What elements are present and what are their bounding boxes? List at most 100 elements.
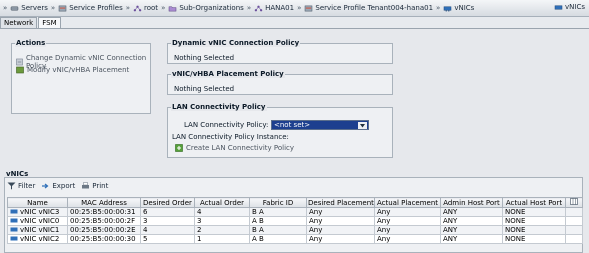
export-icon [42, 183, 49, 189]
breadcrumb-label: vNICs [454, 4, 475, 12]
folder-icon [169, 5, 177, 11]
print-icon [82, 182, 90, 189]
breadcrumb-vnics[interactable]: vNICs [443, 4, 474, 12]
cell-actual-host-port: NONE [502, 234, 566, 244]
tab-bar: Network FSM [0, 17, 589, 29]
table-row[interactable]: vNIC vNIC2 00:25:B5:00:00:30 5 1 A B Any… [7, 234, 583, 244]
breadcrumb-servers[interactable]: Servers [10, 4, 48, 12]
breadcrumb-separator: » [161, 4, 166, 12]
column-header-actual-placement[interactable]: Actual Placement [374, 197, 441, 208]
cell-admin-host-port: ANY [440, 225, 503, 235]
cell-actual-placement: Any [374, 225, 441, 235]
breadcrumb-label: Sub-Organizations [179, 4, 244, 12]
vnic-icon [10, 236, 18, 241]
breadcrumb-label: HANA01 [265, 4, 295, 12]
table-row[interactable]: vNIC vNIC3 00:25:B5:00:00:31 6 4 B A Any… [7, 207, 583, 217]
column-header-fabric-id[interactable]: Fabric ID [249, 197, 307, 208]
table-row[interactable]: vNIC vNIC0 00:25:B5:00:00:2F 3 3 A B Any… [7, 216, 583, 226]
breadcrumb-root[interactable]: root [133, 4, 158, 12]
column-header-actual-order[interactable]: Actual Order [194, 197, 250, 208]
tab-network[interactable]: Network [0, 17, 38, 28]
general-panel: Actions Change Dynamic vNIC Connection P… [0, 29, 589, 169]
modify-placement-link[interactable]: Modify vNIC/vHBA Placement [16, 66, 129, 74]
vnic-icon [10, 209, 18, 214]
lan-connectivity-instance-label: LAN Connectivity Policy Instance: [172, 133, 289, 141]
window-title-label: vNICs [565, 3, 585, 11]
lan-connectivity-box: LAN Connectivity Policy LAN Connectivity… [167, 103, 393, 158]
breadcrumb-service-profile[interactable]: Service Profile Tenant004-hana01 [304, 4, 433, 12]
export-button[interactable]: Export [41, 182, 75, 190]
column-chooser-button[interactable] [565, 197, 583, 208]
column-header-actual-host-port[interactable]: Actual Host Port [502, 197, 566, 208]
add-icon [175, 144, 183, 152]
dynamic-vnic-policy-title: Dynamic vNIC Connection Policy [171, 39, 301, 47]
breadcrumb-service-profiles[interactable]: Service Profiles [58, 4, 123, 12]
breadcrumb-hana01[interactable]: HANA01 [254, 4, 294, 12]
table-row[interactable]: vNIC vNIC1 00:25:B5:00:00:2E 4 2 B A Any… [7, 225, 583, 235]
column-header-name[interactable]: Name [7, 197, 68, 208]
cell-fabric-id: A B [249, 234, 307, 244]
actions-box: Actions Change Dynamic vNIC Connection P… [11, 39, 151, 114]
placement-policy-value: Nothing Selected [174, 85, 235, 93]
policy-icon [16, 58, 23, 66]
cell-desired-order: 3 [140, 216, 195, 226]
print-label: Print [92, 182, 109, 190]
vnics-section: vNICs Filter Export Print Name MAC Addre… [0, 169, 589, 253]
vnics-panel: Filter Export Print Name MAC Address Des… [4, 177, 583, 253]
placement-policy-box: vNIC/vHBA Placement Policy Nothing Selec… [167, 70, 393, 95]
print-button[interactable]: Print [81, 182, 108, 190]
cell-admin-host-port: ANY [440, 216, 503, 226]
cell-mac: 00:25:B5:00:00:31 [67, 207, 141, 217]
export-label: Export [52, 182, 76, 190]
vnic-icon [554, 4, 563, 10]
cell-actual-order: 2 [194, 225, 250, 235]
cell-mac: 00:25:B5:00:00:30 [67, 234, 141, 244]
cell-desired-placement: Any [306, 216, 375, 226]
column-chooser-icon [570, 198, 578, 205]
dynamic-vnic-policy-box: Dynamic vNIC Connection Policy Nothing S… [167, 39, 393, 64]
lan-connectivity-label: LAN Connectivity Policy: [184, 121, 269, 129]
column-header-desired-order[interactable]: Desired Order [140, 197, 195, 208]
cell-admin-host-port: ANY [440, 207, 503, 217]
filter-button[interactable]: Filter [7, 182, 35, 190]
cell-actual-placement: Any [374, 216, 441, 226]
breadcrumb-separator: » [436, 4, 441, 12]
column-header-desired-placement[interactable]: Desired Placement [306, 197, 375, 208]
table-header-row: Name MAC Address Desired Order Actual Or… [7, 197, 583, 208]
breadcrumb-label: root [144, 4, 159, 12]
cell-desired-order: 5 [140, 234, 195, 244]
action-label: Create LAN Connectivity Policy [186, 144, 295, 152]
cell-actual-order: 3 [194, 216, 250, 226]
cell-empty [565, 207, 583, 217]
breadcrumb-separator: » [125, 4, 131, 12]
cell-empty [565, 216, 583, 226]
vnic-icon [10, 218, 18, 223]
vnic-icon [444, 5, 452, 12]
column-header-admin-host-port[interactable]: Admin Host Port [440, 197, 503, 208]
cell-desired-placement: Any [306, 207, 375, 217]
placement-policy-title: vNIC/vHBA Placement Policy [171, 70, 285, 78]
create-lan-connectivity-link[interactable]: Create LAN Connectivity Policy [175, 144, 294, 152]
cell-mac: 00:25:B5:00:00:2F [67, 216, 141, 226]
cell-name: vNIC vNIC1 [20, 226, 60, 234]
actions-title: Actions [15, 39, 47, 47]
cell-empty [565, 225, 583, 235]
org-icon [254, 5, 263, 11]
breadcrumb-label: Service Profiles [69, 4, 123, 12]
lan-connectivity-select[interactable]: <not set> [271, 120, 369, 130]
breadcrumb-label: Service Profile Tenant004-hana01 [315, 4, 434, 12]
vnics-table: Name MAC Address Desired Order Actual Or… [7, 197, 583, 244]
action-label: Modify vNIC/vHBA Placement [27, 66, 130, 74]
breadcrumb-separator: » [50, 4, 56, 12]
cell-mac: 00:25:B5:00:00:2E [67, 225, 141, 235]
cell-empty [565, 234, 583, 244]
breadcrumb: » Servers » Service Profiles » root » Su… [0, 0, 589, 17]
cell-actual-host-port: NONE [502, 207, 566, 217]
window-title: vNICs [554, 3, 585, 11]
back-forward-icon[interactable]: » [3, 4, 7, 12]
dynamic-vnic-policy-value: Nothing Selected [174, 54, 235, 62]
tab-fsm[interactable]: FSM [38, 17, 61, 28]
column-header-mac[interactable]: MAC Address [67, 197, 141, 208]
breadcrumb-sub-organizations[interactable]: Sub-Organizations [168, 4, 244, 12]
filter-icon [7, 182, 16, 190]
